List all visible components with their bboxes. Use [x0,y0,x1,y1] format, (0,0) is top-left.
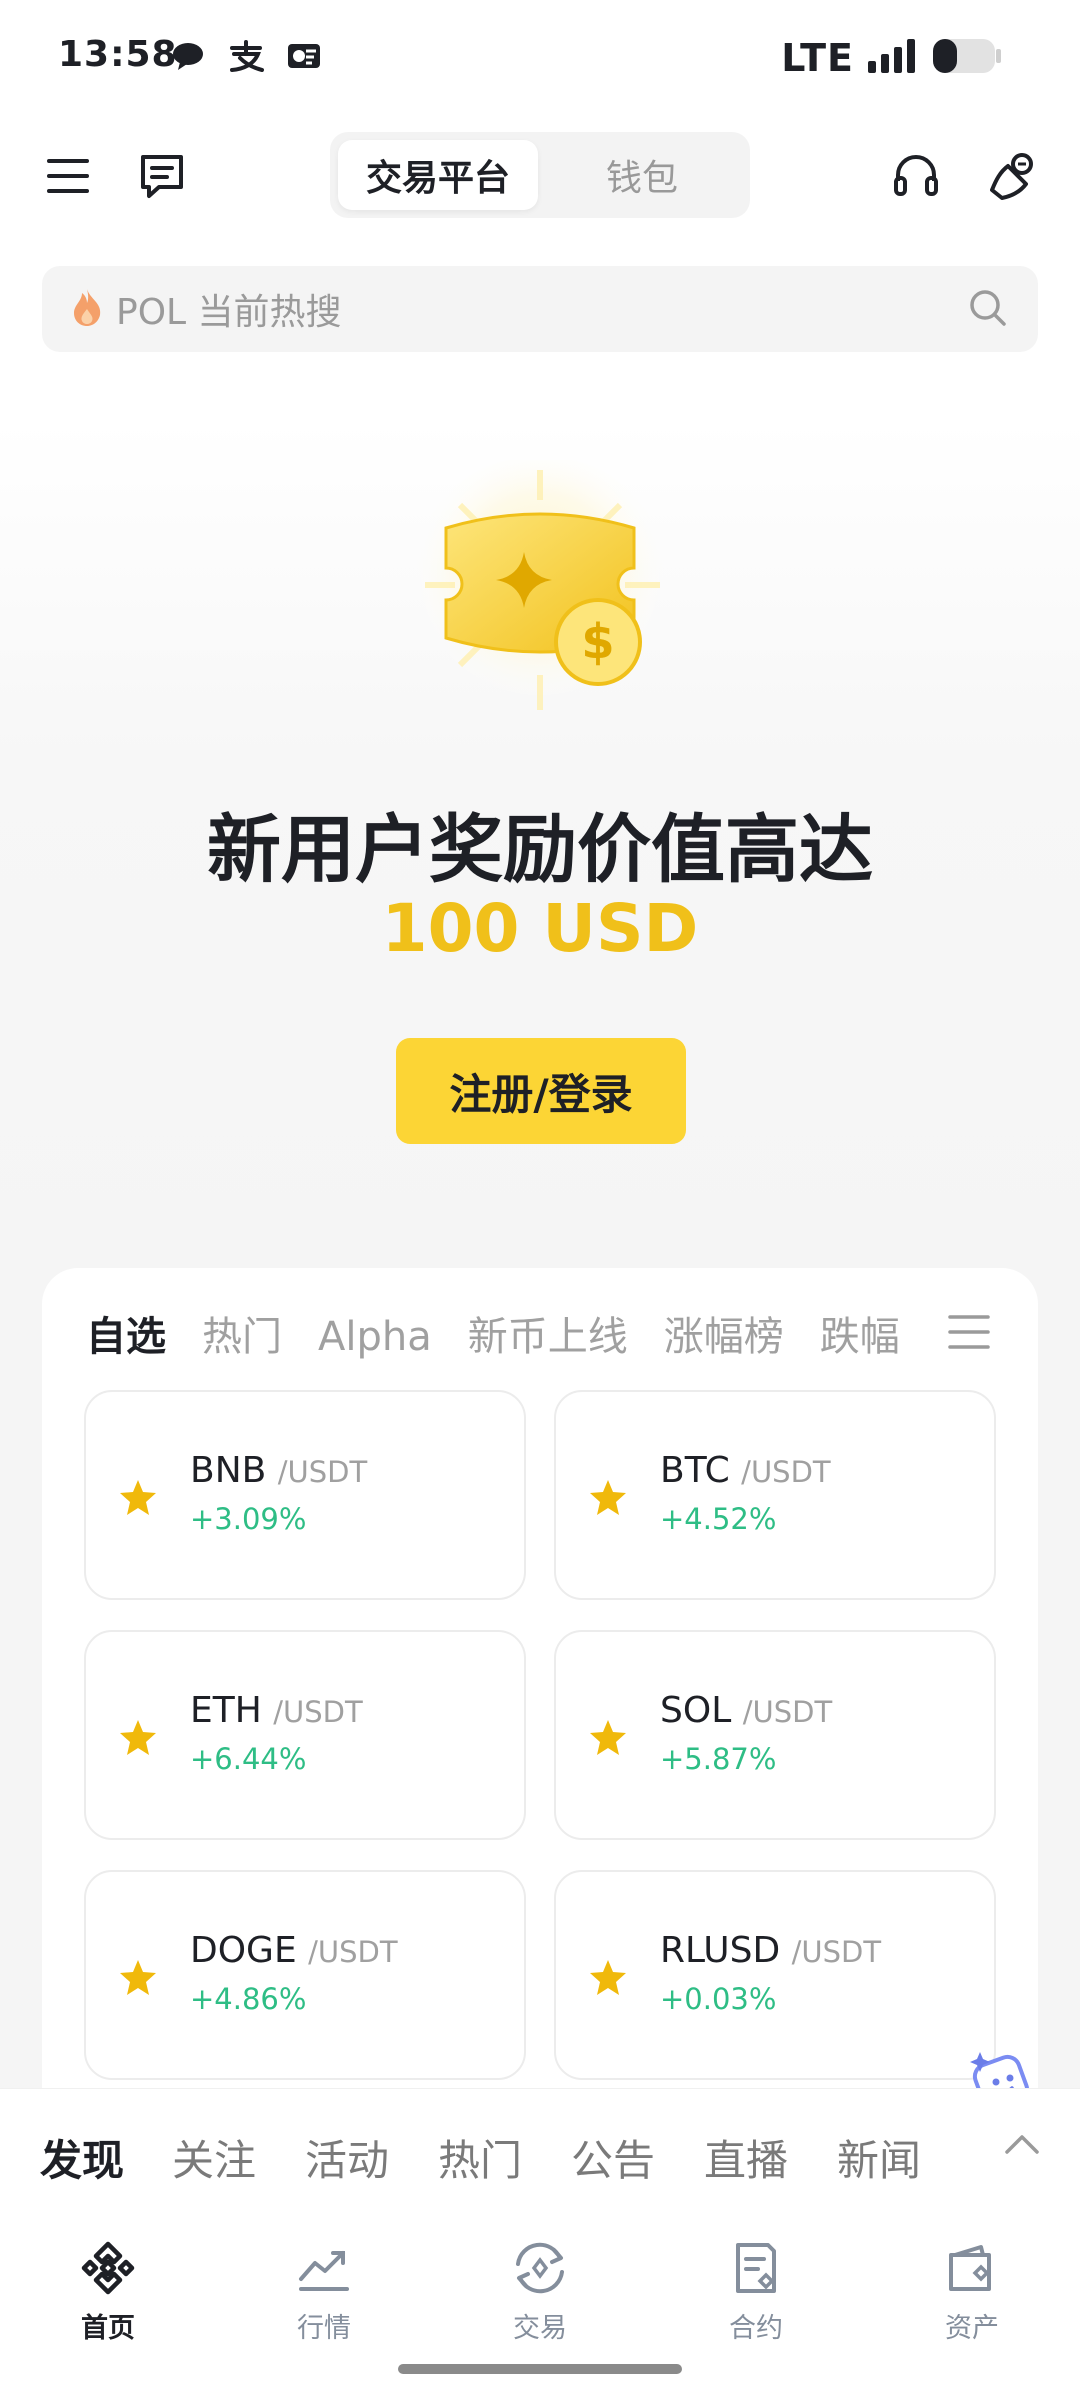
hero-banner: $ 新用户奖励价值高达 100 USD 注册/登录 [0,420,1080,1260]
search-placeholder: POL 当前热搜 [116,292,342,333]
pair-card-bnb[interactable]: BNB /USDT +3.09% [84,1390,526,1600]
toggle-wallet[interactable]: 钱包 [542,140,742,210]
nav-label: 行情 [297,2313,351,2344]
tab-favorites[interactable]: 自选 [86,1304,166,1362]
reward-ticket-icon: $ [400,455,680,764]
chevron-up-icon[interactable] [1004,2133,1040,2159]
pair-symbol: ETH [190,1690,262,1731]
nav-home[interactable]: 首页 [38,2238,178,2345]
platform-toggle: 交易平台 钱包 [330,132,750,218]
notification-icon [286,41,322,71]
pair-change: +3.09% [190,1502,307,1536]
status-indicators: LTE [781,36,1002,80]
battery-icon [932,38,1002,78]
pair-change: +6.44% [190,1742,307,1776]
nav-futures[interactable]: 合约 [686,2238,826,2345]
news-tab-events[interactable]: 活动 [305,2127,389,2188]
pair-symbol: BNB [190,1450,267,1491]
nav-label: 资产 [945,2313,999,2344]
pair-card-btc[interactable]: BTC /USDT +4.52% [554,1390,996,1600]
notification-bell-icon[interactable] [984,148,1040,204]
pair-symbol: SOL [660,1690,732,1731]
fire-icon [70,287,104,331]
news-tab-discover[interactable]: 发现 [40,2127,124,2188]
register-login-button[interactable]: 注册/登录 [396,1038,686,1144]
market-panel: 自选 热门 Alpha 新币上线 涨幅榜 跌幅 BNB /USDT +3.09% BTC … [42,1268,1038,2108]
pair-quote: /USDT [741,1455,831,1489]
tab-new-listing[interactable]: 新币上线 [468,1304,628,1362]
pair-change: +0.03% [660,1982,777,2016]
network-type: LTE [781,36,854,80]
pair-card-rlusd[interactable]: RLUSD /USDT +0.03% [554,1870,996,2080]
pair-quote: /USDT [273,1695,363,1729]
search-icon[interactable] [968,288,1008,332]
svg-text:$: $ [581,614,614,670]
hero-amount: 100 USD [381,890,699,967]
star-icon[interactable] [118,1478,158,1522]
top-header: 交易平台 钱包 [0,118,1080,236]
news-tab-live[interactable]: 直播 [704,2127,788,2188]
pair-card-sol[interactable]: SOL /USDT +5.87% [554,1630,996,1840]
search-bar[interactable]: POL 当前热搜 [42,266,1038,352]
binance-logo-icon [38,2238,178,2298]
tab-losers[interactable]: 跌幅 [820,1304,900,1362]
alipay-icon [228,40,264,72]
headset-icon[interactable] [888,148,944,204]
nav-label: 首页 [81,2313,135,2344]
star-icon[interactable] [118,1718,158,1762]
nav-label: 交易 [513,2313,567,2344]
market-tabs: 自选 热门 Alpha 新币上线 涨幅榜 跌幅 [86,1304,986,1364]
pair-symbol: DOGE [190,1930,297,1971]
toggle-exchange[interactable]: 交易平台 [338,140,538,210]
wallet-icon [902,2238,1042,2298]
pair-quote: /USDT [791,1935,882,1969]
tab-gainers[interactable]: 涨幅榜 [664,1304,784,1362]
wechat-icon [172,41,206,71]
tab-alpha[interactable]: Alpha [318,1314,432,1360]
pair-quote: /USDT [308,1935,398,1969]
pair-symbol: RLUSD [660,1930,781,1971]
star-icon[interactable] [118,1958,158,2002]
status-bar: 13:58 LTE [0,0,1080,118]
nav-assets[interactable]: 资产 [902,2238,1042,2345]
pair-change: +4.52% [660,1502,777,1536]
pair-card-doge[interactable]: DOGE /USDT +4.86% [84,1870,526,2080]
star-icon[interactable] [588,1718,628,1762]
message-icon[interactable] [134,148,190,204]
tabs-menu-icon[interactable] [948,1314,990,1354]
star-icon[interactable] [588,1478,628,1522]
nav-trade[interactable]: 交易 [470,2238,610,2345]
pair-symbol: BTC [660,1450,730,1491]
nav-markets[interactable]: 行情 [254,2238,394,2345]
nav-label: 合约 [729,2313,783,2344]
futures-doc-icon [686,2238,826,2298]
pair-change: +4.86% [190,1982,307,2016]
news-tabs-bar: 发现 关注 活动 热门 公告 直播 新闻 [0,2088,1080,2208]
news-tab-news[interactable]: 新闻 [837,2127,921,2188]
news-tab-following[interactable]: 关注 [172,2127,256,2188]
pair-change: +5.87% [660,1742,777,1776]
news-tab-announcements[interactable]: 公告 [571,2127,655,2188]
pair-card-eth[interactable]: ETH /USDT +6.44% [84,1630,526,1840]
pair-quote: /USDT [277,1455,368,1489]
status-app-icons [172,40,322,72]
menu-icon[interactable] [40,148,96,204]
status-time: 13:58 [58,34,178,75]
signal-icon [868,39,918,77]
news-tab-hot[interactable]: 热门 [438,2127,522,2188]
home-indicator[interactable] [398,2364,682,2374]
pair-quote: /USDT [742,1695,833,1729]
chart-trend-icon [254,2238,394,2298]
hero-title: 新用户奖励价值高达 [207,807,873,893]
star-icon[interactable] [588,1958,628,2002]
trade-swap-icon [470,2238,610,2298]
tab-hot[interactable]: 热门 [202,1304,282,1362]
